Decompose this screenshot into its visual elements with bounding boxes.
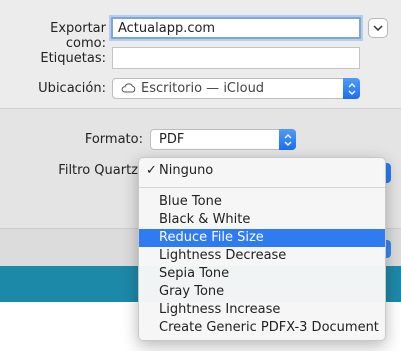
format-popup[interactable]: PDF <box>150 129 296 150</box>
chevron-down-icon <box>373 23 383 34</box>
menu-item-create-pdfx3[interactable]: Create Generic PDFX-3 Document <box>139 319 385 337</box>
updown-arrows-icon <box>343 78 360 99</box>
tags-field[interactable] <box>112 47 360 69</box>
quartz-filter-menu: ✓ Ninguno Blue Tone Black & White Reduce… <box>138 157 386 341</box>
tags-label: Etiquetas: <box>40 51 106 66</box>
location-value: Escritorio — iCloud <box>141 81 265 96</box>
menu-item-sepia-tone[interactable]: Sepia Tone <box>139 265 385 283</box>
menu-separator <box>139 187 385 188</box>
export-as-field[interactable]: Actualapp.com <box>111 17 361 39</box>
menu-item-black-white[interactable]: Black & White <box>139 211 385 229</box>
cloud-icon <box>121 83 136 93</box>
export-as-label: Exportar como: <box>50 21 106 51</box>
checkmark-icon: ✓ <box>146 163 157 178</box>
menu-item-lightness-increase[interactable]: Lightness Increase <box>139 301 385 319</box>
location-label: Ubicación: <box>38 81 106 96</box>
format-value: PDF <box>159 132 185 147</box>
updown-arrows-icon <box>279 129 296 150</box>
quartz-filter-label: Filtro Quartz <box>58 163 138 178</box>
expand-button[interactable] <box>368 18 388 38</box>
location-popup[interactable]: Escritorio — iCloud <box>112 78 360 99</box>
menu-item-blue-tone[interactable]: Blue Tone <box>139 193 385 211</box>
menu-item-lightness-decrease[interactable]: Lightness Decrease <box>139 247 385 265</box>
menu-item-reduce-file-size[interactable]: Reduce File Size <box>139 229 385 247</box>
format-label: Formato: <box>84 132 143 147</box>
menu-item-ninguno[interactable]: ✓ Ninguno <box>139 162 385 180</box>
menu-item-label: Ninguno <box>159 163 214 178</box>
export-dialog: Exportar como: Actualapp.com Etiquetas: … <box>0 0 401 351</box>
menu-item-gray-tone[interactable]: Gray Tone <box>139 283 385 301</box>
